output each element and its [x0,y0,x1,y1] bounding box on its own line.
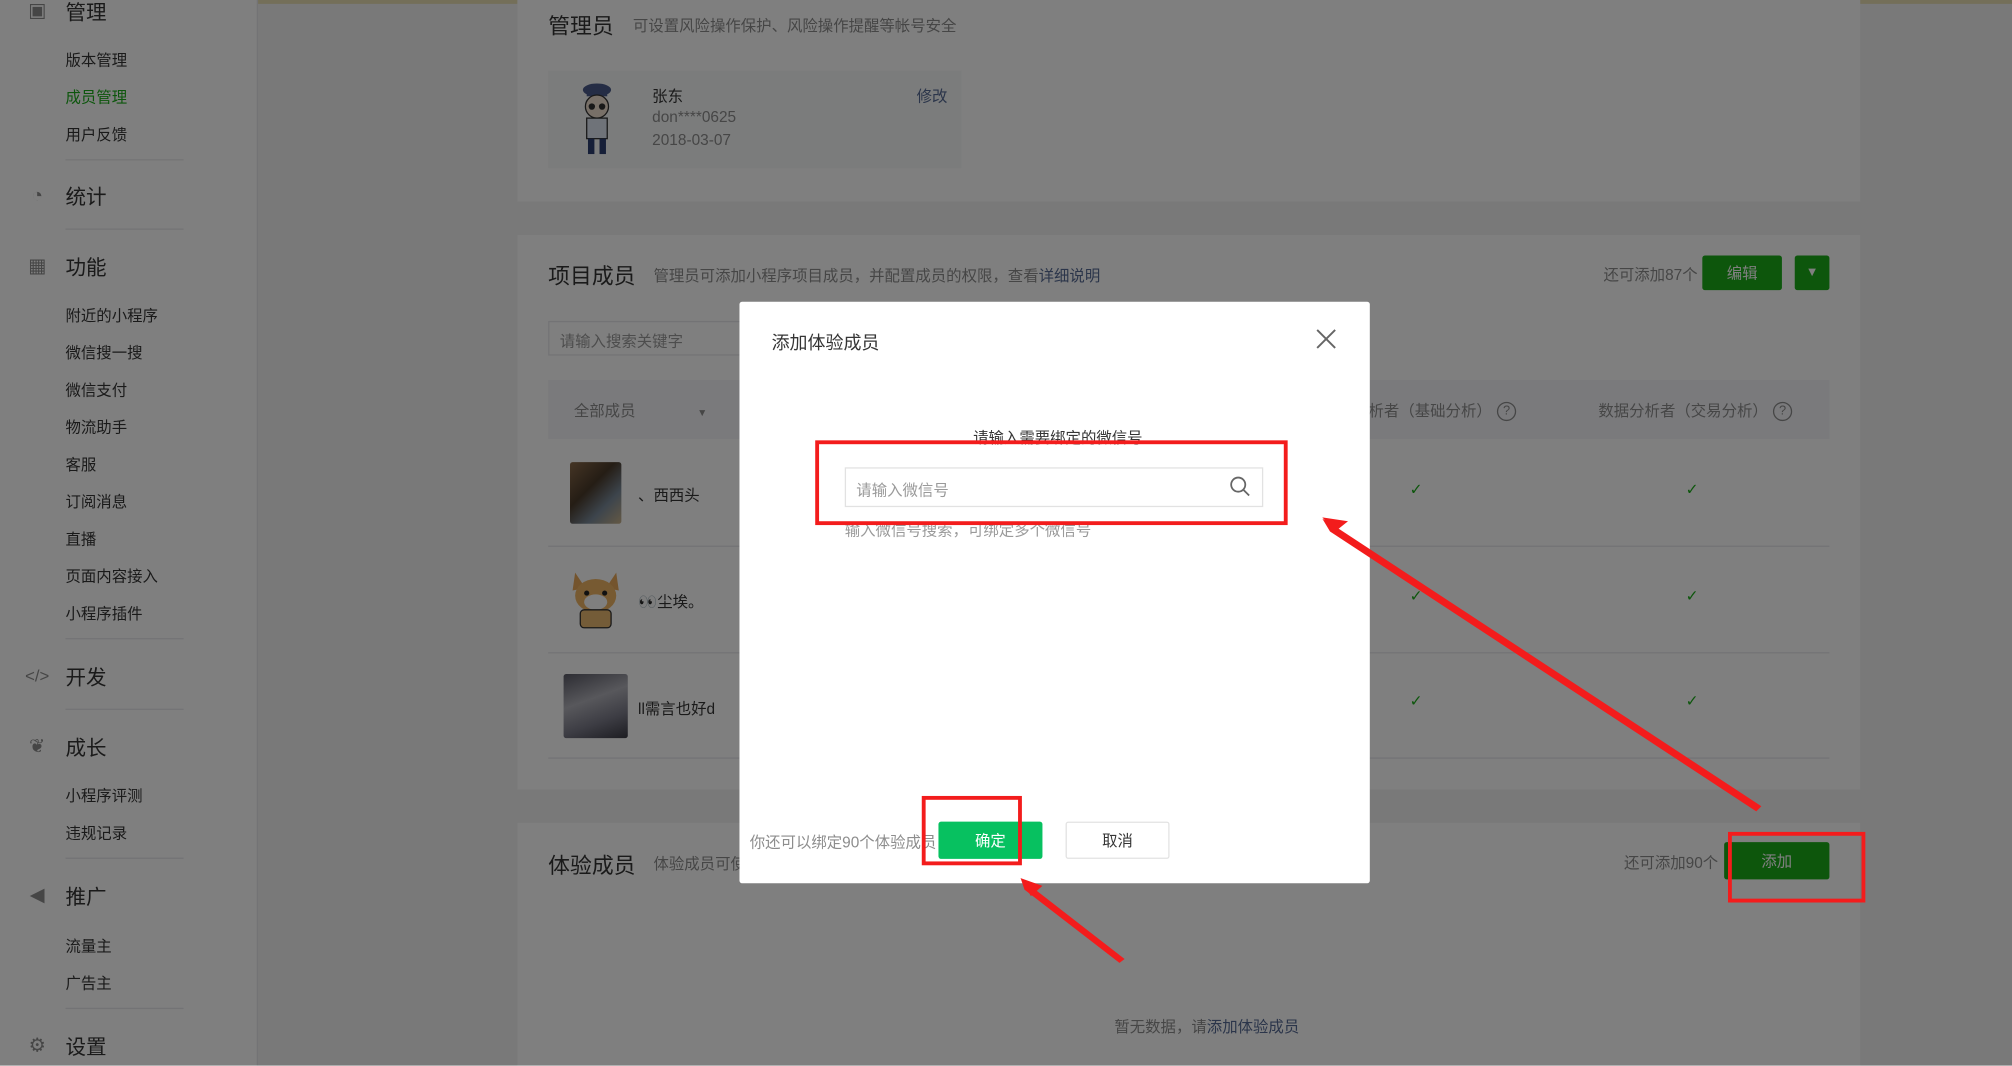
annotation-arrows [1020,517,1762,963]
arrow-to-input [1322,518,1762,812]
